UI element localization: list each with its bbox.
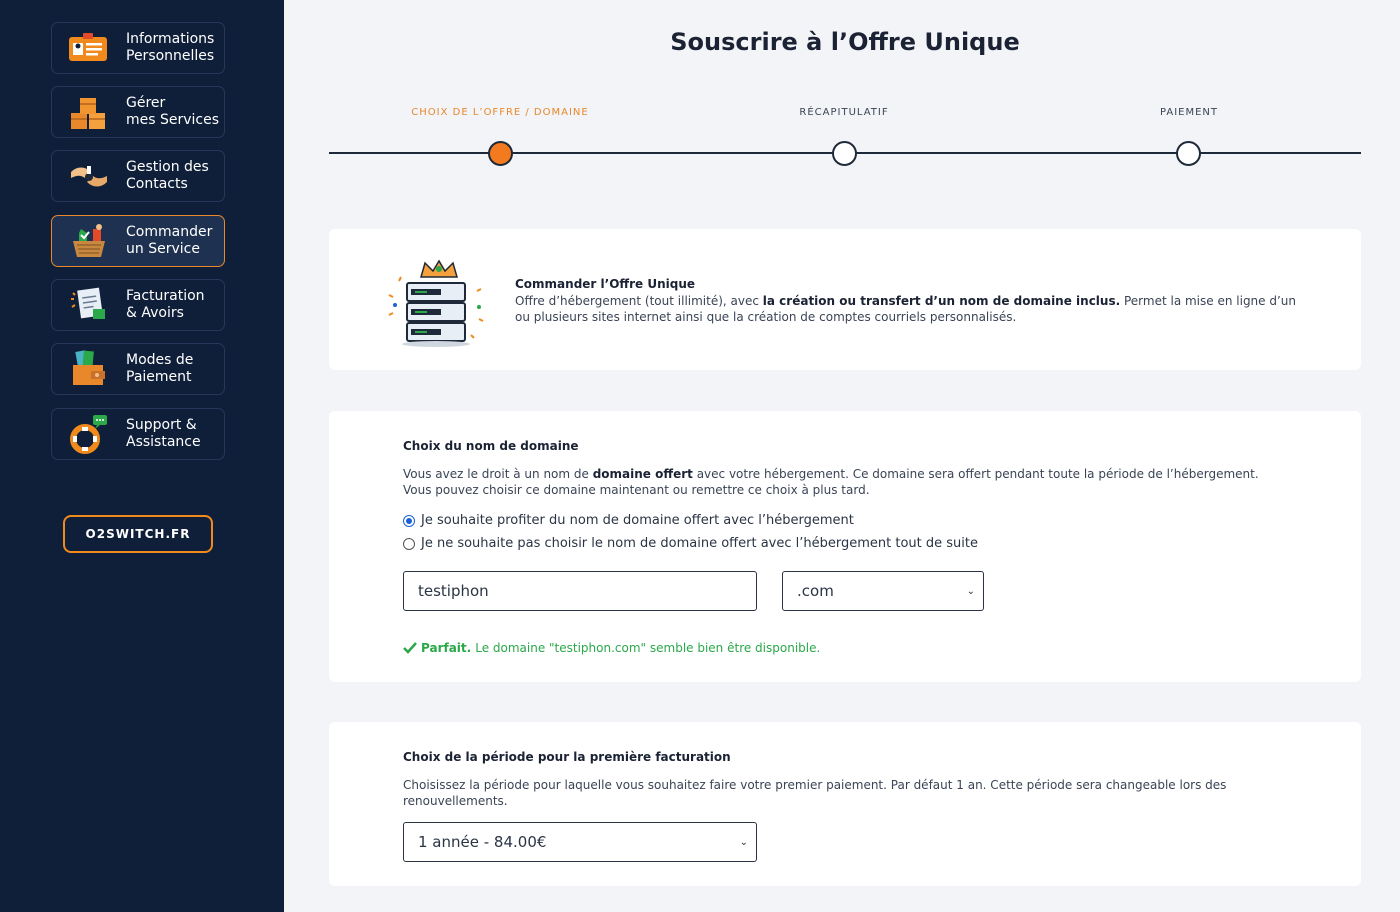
handshake-icon [52, 150, 126, 202]
sidebar-item-support-assistance[interactable]: Support & Assistance [51, 408, 225, 460]
sidebar-item-label: Modes de Paiement [126, 352, 194, 385]
domain-card: Choix du nom de domaine Vous avez le dro… [329, 411, 1361, 682]
sidebar-item-informations-personnelles[interactable]: Informations Personnelles [51, 22, 225, 74]
sidebar-item-label: Support & Assistance [126, 417, 201, 450]
step-label-offre-domaine: CHOIX DE L’OFFRE / DOMAINE [411, 107, 589, 118]
step-dot-recapitulatif[interactable] [832, 141, 857, 166]
id-card-icon [52, 22, 126, 74]
radio-option-domain-no[interactable]: Je ne souhaite pas choisir le nom de dom… [403, 536, 978, 551]
period-card: Choix de la période pour la première fac… [329, 722, 1361, 886]
offer-title: Commander l’Offre Unique [515, 277, 696, 291]
invoice-icon [52, 279, 126, 331]
radio-label: Je souhaite profiter du nom de domaine o… [421, 513, 854, 528]
offer-description-bold: la création ou transfert d’un nom de dom… [762, 294, 1121, 308]
tld-select[interactable]: .com ⌄ [782, 571, 984, 611]
sidebar-item-label: Informations Personnelles [126, 31, 215, 64]
sidebar-item-label: Facturation & Avoirs [126, 288, 205, 321]
period-section-title: Choix de la période pour la première fac… [403, 750, 731, 764]
domain-offered-bold: domaine offert [592, 467, 693, 481]
sidebar-item-gestion-contacts[interactable]: Gestion des Contacts [51, 150, 225, 202]
period-section-description: Choisissez la période pour laquelle vous… [403, 778, 1227, 808]
sidebar-item-facturation-avoirs[interactable]: Facturation & Avoirs [51, 279, 225, 331]
chevron-down-icon: ⌄ [966, 585, 975, 597]
domain-name-input[interactable]: testiphon [403, 571, 757, 611]
domain-availability-message: Parfait. Le domaine "testiphon.com" sembl… [403, 641, 820, 655]
radio-label: Je ne souhaite pas choisir le nom de dom… [421, 536, 978, 551]
step-dot-paiement[interactable] [1176, 141, 1201, 166]
boxes-icon [52, 86, 126, 138]
radio-unchecked-icon[interactable] [403, 537, 415, 550]
step-label-paiement: PAIEMENT [1159, 107, 1219, 118]
sidebar-item-label: Gestion des Contacts [126, 159, 209, 192]
offer-card: Commander l’Offre Unique Offre d’héberge… [329, 229, 1361, 370]
radio-checked-icon[interactable] [403, 514, 415, 527]
domain-section-description: Vous avez le droit à un nom de domaine o… [403, 467, 1259, 497]
wallet-icon [52, 343, 126, 395]
period-select[interactable]: 1 année - 84.00€ ⌄ [403, 822, 757, 862]
step-dot-offre-domaine[interactable] [488, 141, 513, 166]
page-title: Souscrire à l’Offre Unique [670, 28, 1020, 56]
server-crown-icon [381, 251, 491, 349]
sidebar: Informations Personnelles Gérer mes Serv… [0, 0, 284, 912]
offer-description: Offre d’hébergement (tout illimité), ave… [515, 294, 1296, 324]
sidebar-item-commander-service[interactable]: Commander un Service [51, 215, 225, 267]
radio-option-domain-yes[interactable]: Je souhaite profiter du nom de domaine o… [403, 513, 854, 528]
sidebar-item-label: Gérer mes Services [126, 95, 220, 128]
sidebar-item-gerer-services[interactable]: Gérer mes Services [51, 86, 225, 138]
step-label-recapitulatif: RÉCAPITULATIF [799, 107, 889, 118]
domain-section-title: Choix du nom de domaine [403, 439, 579, 453]
lifebuoy-icon [52, 408, 126, 460]
sidebar-item-label: Commander un Service [126, 224, 213, 257]
chevron-down-icon: ⌄ [739, 836, 748, 848]
check-icon [403, 642, 417, 654]
shopping-basket-icon [52, 215, 126, 267]
sidebar-item-modes-paiement[interactable]: Modes de Paiement [51, 343, 225, 395]
o2switch-site-button[interactable]: O2SWITCH.FR [63, 515, 213, 553]
